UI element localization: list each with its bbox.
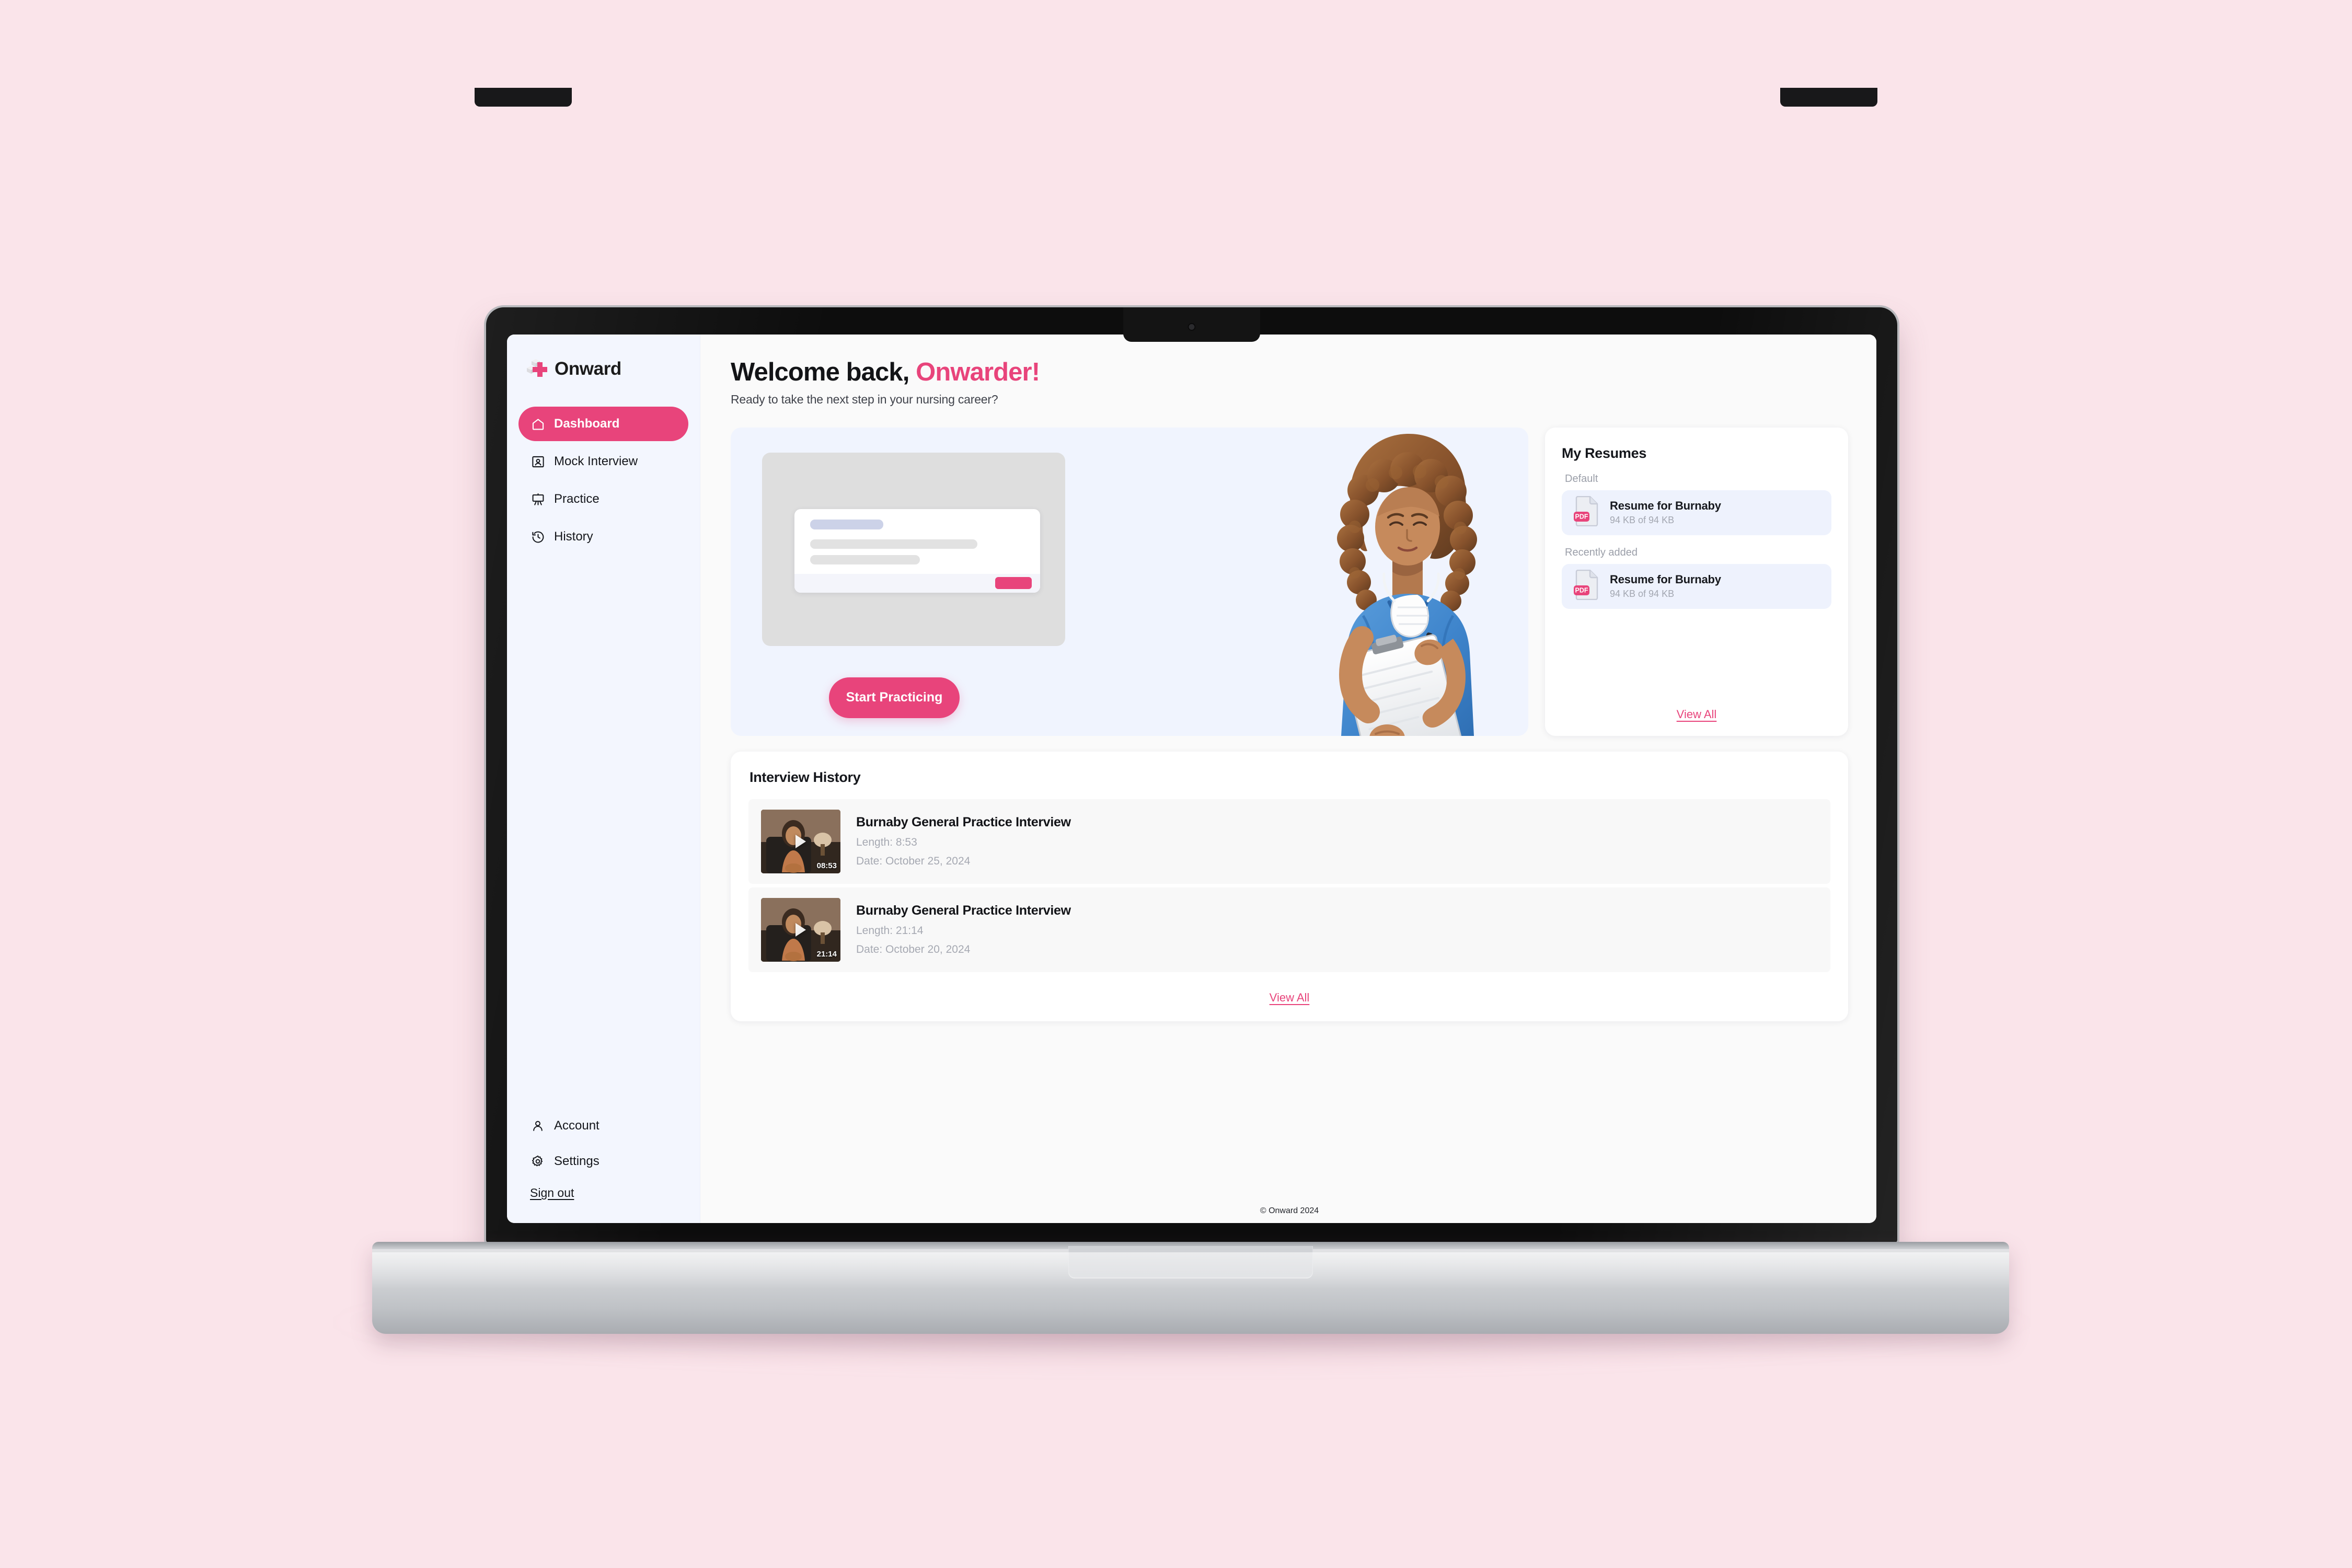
hero-placeholder-box: [762, 452, 1065, 646]
sidebar-item-settings[interactable]: Settings: [518, 1146, 688, 1177]
resumes-group-label-default: Default: [1565, 472, 1598, 485]
sidebar-item-label: Mock Interview: [554, 454, 638, 468]
easel-board-icon: [530, 491, 546, 507]
laptop-foot-left: [475, 88, 572, 107]
camera-notch: [1123, 307, 1260, 342]
video-duration-badge: 08:53: [816, 861, 837, 870]
history-item-date: Date: October 25, 2024: [856, 855, 971, 868]
sidebar-item-label: Account: [554, 1119, 599, 1133]
resume-name: Resume for Burnaby: [1610, 573, 1721, 586]
history-title: Interview History: [750, 769, 861, 785]
my-resumes-card: My Resumes Default PDF Resume for Burnab…: [1545, 427, 1848, 736]
history-item-length: Length: 21:14: [856, 925, 924, 937]
presentation-person-icon: [530, 454, 546, 469]
resume-name: Resume for Burnaby: [1610, 499, 1721, 513]
resumes-footer: View All: [1562, 708, 1831, 736]
gear-icon: [530, 1154, 546, 1169]
page-title: Welcome back, Onwarder!: [731, 359, 1848, 386]
sidebar-item-account[interactable]: Account: [518, 1111, 688, 1141]
sidebar: Onward Dashboard Mock Interview Practice…: [507, 335, 700, 1223]
sidebar-item-label: Dashboard: [554, 417, 620, 431]
brand-name: Onward: [555, 359, 621, 379]
history-item-title: Burnaby General Practice Interview: [856, 815, 1071, 830]
sidebar-item-label: Settings: [554, 1154, 599, 1168]
history-footer: View All: [731, 972, 1848, 1021]
resume-size: 94 KB of 94 KB: [1610, 589, 1675, 599]
resume-meta: Resume for Burnaby 94 KB of 94 KB: [1610, 499, 1721, 526]
history-row[interactable]: 08:53 Burnaby General Practice Interview…: [748, 799, 1830, 884]
history-row[interactable]: 21:14 Burnaby General Practice Interview…: [748, 887, 1830, 972]
history-meta: Burnaby General Practice Interview Lengt…: [856, 815, 1071, 868]
hero-form-mockup: [794, 509, 1040, 593]
start-practicing-card: Start Practicing: [731, 427, 1528, 736]
resume-item[interactable]: PDF Resume for Burnaby 94 KB of 94 KB: [1562, 490, 1831, 535]
webcam-icon: [1187, 323, 1196, 331]
mockup-line-1: [810, 539, 977, 549]
resume-size: 94 KB of 94 KB: [1610, 515, 1675, 526]
history-view-all-link[interactable]: View All: [1270, 991, 1310, 1005]
sidebar-item-label: History: [554, 529, 593, 544]
resume-meta: Resume for Burnaby 94 KB of 94 KB: [1610, 573, 1721, 599]
sign-out-link[interactable]: Sign out: [530, 1186, 574, 1200]
interview-history-card: Interview History 08:53 Burnaby General …: [731, 751, 1848, 1021]
laptop-mockup-scene: Onward Dashboard Mock Interview Practice…: [0, 0, 2352, 1568]
medical-cross-logo-icon: [525, 358, 548, 381]
sidebar-item-mock-interview[interactable]: Mock Interview: [518, 444, 688, 479]
footer-copyright: © Onward 2024: [1260, 1206, 1319, 1215]
pdf-file-icon: PDF: [1573, 570, 1600, 603]
nurse-illustration: [1337, 433, 1477, 736]
resumes-title: My Resumes: [1562, 445, 1647, 461]
greeting-name: Onwarder!: [916, 358, 1040, 386]
user-icon: [530, 1118, 546, 1134]
brand-logo[interactable]: Onward: [507, 358, 700, 381]
history-item-title: Burnaby General Practice Interview: [856, 903, 1071, 918]
history-item-date: Date: October 20, 2024: [856, 943, 971, 956]
sidebar-item-history[interactable]: History: [518, 520, 688, 554]
sidebar-item-dashboard[interactable]: Dashboard: [518, 407, 688, 441]
base-front-notch: [1068, 1246, 1313, 1278]
resumes-view-all-link[interactable]: View All: [1677, 708, 1717, 721]
resume-item[interactable]: PDF Resume for Burnaby 94 KB of 94 KB: [1562, 563, 1831, 609]
mockup-title-pill: [810, 519, 883, 529]
laptop-base: [372, 1242, 2009, 1334]
mockup-footer-strip: [794, 573, 1040, 593]
history-item-length: Length: 8:53: [856, 836, 917, 849]
svg-text:PDF: PDF: [1575, 587, 1588, 594]
video-duration-badge: 21:14: [816, 949, 837, 959]
secondary-navigation: Account Settings: [507, 1111, 700, 1177]
video-thumbnail[interactable]: 08:53: [761, 809, 840, 873]
main-content: Welcome back, Onwarder! Ready to take th…: [700, 335, 1876, 1223]
video-thumbnail[interactable]: 21:14: [761, 897, 840, 962]
laptop-lid: Onward Dashboard Mock Interview Practice…: [486, 307, 1897, 1243]
clock-rewind-icon: [530, 529, 546, 545]
start-practicing-button[interactable]: Start Practicing: [829, 677, 960, 718]
play-icon: [795, 834, 806, 848]
mockup-line-2: [810, 555, 920, 564]
primary-navigation: Dashboard Mock Interview Practice Histor…: [507, 407, 700, 554]
sidebar-item-practice[interactable]: Practice: [518, 482, 688, 516]
history-list: 08:53 Burnaby General Practice Interview…: [731, 799, 1848, 972]
top-row: Start Practicing My Resumes Default PDF …: [731, 427, 1848, 736]
sidebar-item-label: Practice: [554, 492, 599, 506]
screen-viewport: Onward Dashboard Mock Interview Practice…: [507, 335, 1876, 1223]
greeting-prefix: Welcome back,: [731, 358, 909, 386]
mockup-submit-button: [995, 577, 1032, 589]
laptop-foot-right: [1780, 88, 1877, 107]
resumes-group-label-recent: Recently added: [1565, 546, 1638, 558]
page-subtitle: Ready to take the next step in your nurs…: [731, 392, 998, 406]
pdf-file-icon: PDF: [1573, 496, 1600, 529]
home-icon: [530, 416, 546, 432]
svg-text:PDF: PDF: [1575, 513, 1588, 521]
history-meta: Burnaby General Practice Interview Lengt…: [856, 903, 1071, 956]
play-icon: [795, 923, 806, 937]
